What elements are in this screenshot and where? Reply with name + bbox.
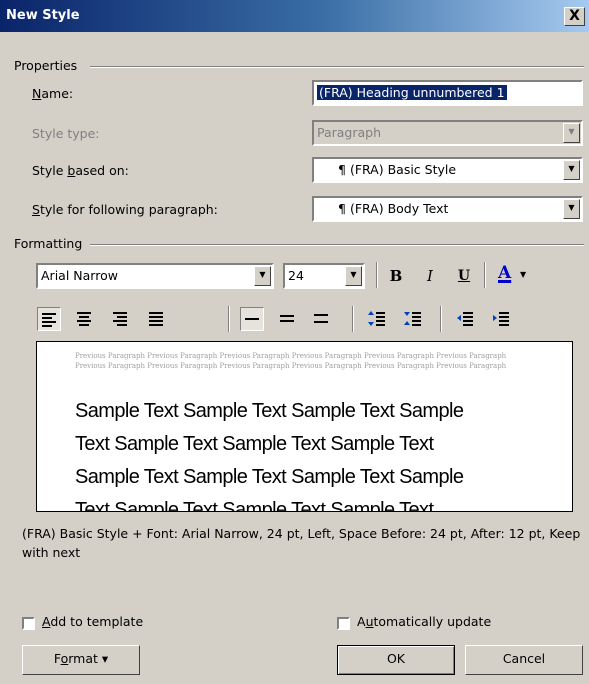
align-center-button[interactable] (73, 307, 97, 331)
decrease-indent-icon (457, 312, 473, 326)
font-name-value: Arial Narrow (41, 268, 118, 283)
based-on-label: Style based on: (32, 163, 129, 178)
double-spacing-icon (314, 314, 328, 323)
close-button[interactable]: X (564, 7, 585, 26)
font-name-chevron-down-icon[interactable]: ▼ (254, 266, 271, 286)
italic-button[interactable]: I (418, 264, 442, 288)
one-half-spacing-button[interactable] (276, 307, 300, 331)
sample-text-line: Text Sample Text Sample Text Sample Text (75, 499, 434, 512)
following-select[interactable]: ¶ (FRA) Body Text ▼ (312, 196, 583, 222)
cancel-button[interactable]: Cancel (465, 645, 583, 675)
font-size-chevron-down-icon[interactable]: ▼ (345, 266, 362, 286)
sample-text-line: Sample Text Sample Text Sample Text Samp… (75, 466, 464, 488)
name-field-value: (FRA) Heading unnumbered 1 (317, 85, 507, 100)
based-on-chevron-down-icon[interactable]: ▼ (563, 160, 580, 180)
decrease-paragraph-spacing-icon (404, 312, 421, 326)
align-left-button[interactable] (37, 307, 61, 331)
increase-space-before-button[interactable] (366, 307, 390, 331)
style-type-chevron-down-icon[interactable]: ▼ (563, 123, 580, 143)
ok-button[interactable]: OK (337, 645, 455, 675)
sample-text-line: Text Sample Text Sample Text Sample Text (75, 433, 434, 455)
justify-button[interactable] (145, 307, 169, 331)
style-description: (FRA) Basic Style + Font: Arial Narrow, … (22, 526, 581, 560)
align-right-button[interactable] (109, 307, 133, 331)
decrease-indent-button[interactable] (454, 307, 478, 331)
font-size-value: 24 (288, 268, 304, 283)
add-to-template-label[interactable]: Add to template (42, 614, 143, 629)
align-center-icon (77, 312, 91, 326)
one-half-spacing-icon (280, 315, 294, 322)
single-spacing-button[interactable] (240, 307, 264, 331)
increase-indent-button[interactable] (490, 307, 514, 331)
toolbar-separator (440, 306, 442, 332)
align-left-icon (42, 313, 56, 327)
decrease-space-before-button[interactable] (402, 307, 426, 331)
properties-group-label: Properties (14, 58, 82, 73)
title-bar: New Style X (0, 0, 589, 32)
font-name-select[interactable]: Arial Narrow ▼ (36, 263, 274, 289)
style-type-select[interactable]: Paragraph ▼ (312, 120, 583, 146)
toolbar-separator (352, 306, 354, 332)
toolbar-separator (376, 262, 378, 288)
based-on-select[interactable]: ¶ (FRA) Basic Style ▼ (312, 157, 583, 183)
font-size-select[interactable]: 24 ▼ (283, 263, 365, 289)
following-chevron-down-icon[interactable]: ▼ (563, 199, 580, 219)
style-preview: Previous Paragraph Previous Paragraph Pr… (36, 341, 573, 512)
font-color-icon: A (498, 263, 512, 283)
properties-group-rule (90, 66, 584, 68)
sample-text-line: Sample Text Sample Text Sample Text Samp… (75, 400, 464, 422)
format-button[interactable]: Format ▾ (22, 645, 140, 675)
previous-paragraph-text: Previous Paragraph Previous Paragraph Pr… (75, 352, 507, 360)
justify-icon (149, 312, 163, 326)
underline-button[interactable]: U (452, 264, 476, 288)
style-type-label: Style type: (32, 126, 100, 141)
following-pilcrow-icon: ¶ (338, 201, 346, 216)
following-value: (FRA) Body Text (349, 201, 449, 216)
align-right-icon (113, 312, 127, 326)
new-style-dialog: New Style X Properties Name: (FRA) Headi… (0, 0, 589, 684)
name-label: Name: (32, 86, 74, 101)
auto-update-checkbox[interactable] (337, 617, 350, 630)
window-title: New Style (6, 8, 80, 23)
style-type-value: Paragraph (317, 125, 382, 140)
toolbar-separator (484, 262, 486, 288)
font-color-button[interactable]: A ▼ (494, 263, 534, 287)
formatting-group-label: Formatting (14, 236, 87, 251)
based-on-value: (FRA) Basic Style (349, 162, 457, 177)
increase-paragraph-spacing-icon (368, 311, 385, 326)
font-color-chevron-down-icon: ▼ (520, 270, 527, 279)
based-on-pilcrow-icon: ¶ (338, 162, 346, 177)
previous-paragraph-text: Previous Paragraph Previous Paragraph Pr… (75, 362, 507, 370)
toolbar-separator (228, 306, 230, 332)
double-spacing-button[interactable] (310, 307, 334, 331)
formatting-group-rule (90, 244, 584, 246)
following-label: Style for following paragraph: (32, 202, 218, 217)
increase-indent-icon (493, 312, 509, 326)
single-spacing-icon (245, 318, 259, 320)
auto-update-label[interactable]: Automatically update (357, 614, 491, 629)
bold-button[interactable]: B (384, 264, 408, 288)
add-to-template-checkbox[interactable] (22, 617, 35, 630)
close-icon: X (569, 8, 580, 24)
name-field[interactable]: (FRA) Heading unnumbered 1 (312, 80, 583, 106)
